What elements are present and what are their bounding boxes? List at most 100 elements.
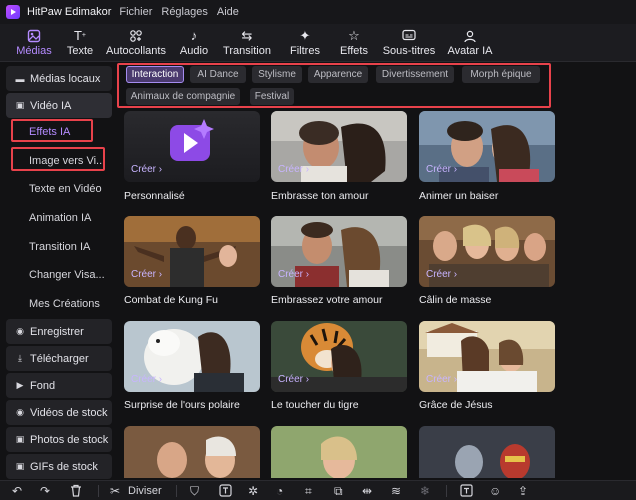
card-embrassez-votre-amour[interactable]: Créer › Embrassez votre amour (265, 216, 407, 316)
card-animer-un-baiser[interactable]: Créer › Animer un baiser (413, 111, 555, 211)
crop-icon[interactable]: ⌗ (305, 484, 312, 498)
card-thumbnail (419, 426, 555, 478)
sidebar-item-animation-ia[interactable]: Animation IA (6, 206, 112, 230)
tab-label: Effets (340, 45, 368, 57)
speed-icon[interactable]: ✲ (248, 484, 258, 498)
tab-audio[interactable]: ♪ Audio (172, 24, 216, 62)
sidebar: ▬ Médias locaux ▣ Vidéo IA Effets IA Ima… (6, 64, 112, 479)
sidebar-item-enregistrer[interactable]: ◉ Enregistrer (6, 319, 112, 344)
tab-texte[interactable]: T + Texte (60, 24, 100, 62)
sidebar-item-mes-creations[interactable]: Mes Créations (6, 292, 112, 316)
freeze-icon[interactable]: ❄ (420, 484, 430, 498)
sidebar-item-label: Médias locaux (30, 72, 101, 85)
card-surprise-ours-polaire[interactable]: Créer › Surprise de l'ours polaire (118, 321, 260, 421)
card-label: Animer un baiser (419, 190, 499, 202)
create-link[interactable]: Créer › (131, 269, 162, 280)
effects-icon: ☆ (348, 28, 360, 43)
text-overlay-icon[interactable] (460, 484, 473, 500)
filter-chip-ai-dance[interactable]: AI Dance (190, 66, 246, 83)
sidebar-item-videos-de-stock[interactable]: ◉ Vidéos de stock (6, 400, 112, 425)
menu-fichier[interactable]: Fichier (119, 6, 152, 18)
card-personnalise[interactable]: Créer › Personnalisé (118, 111, 260, 211)
create-link[interactable]: Créer › (278, 164, 309, 175)
create-link[interactable]: Créer › (426, 164, 457, 175)
sidebar-item-texte-en-video[interactable]: Texte en Vidéo (6, 177, 112, 201)
card-label: Grâce de Jésus (419, 399, 493, 411)
card-toucher-du-tigre[interactable]: Créer › Le toucher du tigre (265, 321, 407, 421)
card-embrasse-ton-amour[interactable]: Créer › Embrasse ton amour (265, 111, 407, 211)
card-label: Combat de Kung Fu (124, 294, 218, 306)
redo-icon[interactable]: ↷ (40, 484, 50, 498)
card-label: Câlin de masse (419, 294, 492, 306)
card-row4-2[interactable] (265, 426, 407, 478)
tab-filtres[interactable]: ✦ Filtres (278, 24, 332, 62)
scissors-icon[interactable]: ✂ (110, 484, 120, 498)
avatar-icon (463, 28, 477, 43)
card-thumbnail: Créer › (419, 216, 555, 287)
tab-medias[interactable]: Médias (8, 24, 60, 62)
sidebar-item-medias-locaux[interactable]: ▬ Médias locaux (6, 66, 112, 91)
transition-icon: ⇆ (241, 28, 253, 43)
gauge-icon[interactable]: ◔ (276, 484, 283, 498)
card-combat-kung-fu[interactable]: Créer › Combat de Kung Fu (118, 216, 260, 316)
filter-chip-morph-epique[interactable]: Morph épique (462, 66, 540, 83)
export-icon[interactable]: ⇪ (518, 484, 528, 498)
sidebar-item-gifs-de-stock[interactable]: ▣ GIFs de stock (6, 454, 112, 479)
resize-icon[interactable]: ⧉ (334, 484, 343, 498)
filter-chip-festival[interactable]: Festival (250, 88, 294, 105)
sidebar-item-effets-ia[interactable]: Effets IA (6, 120, 112, 144)
tab-sous-titres[interactable]: Sous-titres (376, 24, 442, 62)
text-box-icon[interactable] (219, 484, 232, 500)
sidebar-item-transition-ia[interactable]: Transition IA (6, 235, 112, 259)
sidebar-item-image-vers-video[interactable]: Image vers Vi... (6, 149, 112, 173)
delete-icon[interactable] (70, 484, 82, 500)
filter-chip-apparence[interactable]: Apparence (308, 66, 368, 83)
sidebar-item-label: Vidéos de stock (30, 406, 108, 419)
create-link[interactable]: Créer › (278, 269, 309, 280)
undo-icon[interactable]: ↶ (12, 484, 22, 498)
sidebar-item-label: Animation IA (29, 212, 92, 224)
card-row4-3[interactable] (413, 426, 555, 478)
card-calin-de-masse[interactable]: Créer › Câlin de masse (413, 216, 555, 316)
sidebar-item-changer-visage[interactable]: Changer Visa... (6, 263, 112, 287)
bottom-toolbar: ↶ ↷ ✂ Diviser ⛉ ✲ ◔ ⌗ ⧉ ⇹ ≋ ❄ ☺ ⇪ (0, 480, 636, 500)
subtitles-icon (402, 28, 416, 43)
card-thumbnail: Créer › (271, 111, 407, 182)
create-link[interactable]: Créer › (131, 164, 162, 175)
tab-label: Médias (16, 45, 52, 57)
sidebar-item-label: Enregistrer (30, 325, 84, 338)
sidebar-item-photos-de-stock[interactable]: ▣ Photos de stock (6, 427, 112, 452)
sidebar-item-label: Vidéo IA (30, 99, 72, 112)
tab-label: Audio (179, 45, 209, 57)
card-grace-de-jesus[interactable]: Créer › Grâce de Jésus (413, 321, 555, 421)
adjust-icon[interactable]: ≋ (391, 484, 401, 498)
menu-aide[interactable]: Aide (217, 6, 239, 18)
sidebar-item-video-ia[interactable]: ▣ Vidéo IA (6, 93, 112, 118)
tab-label: Sous-titres (382, 45, 436, 57)
filter-chip-interaction[interactable]: Interaction (126, 66, 184, 83)
shield-icon[interactable]: ⛉ (190, 484, 199, 498)
face-icon[interactable]: ☺ (489, 484, 501, 498)
tab-effets[interactable]: ☆ Effets (332, 24, 376, 62)
create-link[interactable]: Créer › (278, 374, 309, 385)
tab-autocollants[interactable]: Autocollants (100, 24, 172, 62)
text-icon: T + (73, 28, 87, 43)
split-button[interactable]: Diviser (128, 484, 162, 498)
card-row4-1[interactable] (118, 426, 260, 478)
tab-avatar-ia[interactable]: Avatar IA (442, 24, 498, 62)
sidebar-item-fond[interactable]: ▶ Fond (6, 373, 112, 398)
tab-transition[interactable]: ⇆ Transition (216, 24, 278, 62)
tab-label: Transition (223, 45, 271, 57)
filter-chip-animaux[interactable]: Animaux de compagnie (126, 88, 240, 105)
sidebar-item-label: Télécharger (30, 352, 89, 365)
sidebar-item-telecharger[interactable]: ⤓ Télécharger (6, 346, 112, 371)
menu-reglages[interactable]: Réglages (161, 6, 207, 18)
create-link[interactable]: Créer › (426, 374, 457, 385)
filter-chip-stylisme[interactable]: Stylisme (252, 66, 302, 83)
card-thumbnail: Créer › (419, 111, 555, 182)
create-link[interactable]: Créer › (426, 269, 457, 280)
mirror-icon[interactable]: ⇹ (362, 484, 372, 498)
tab-label: Avatar IA (447, 45, 493, 57)
filter-chip-divertissement[interactable]: Divertissement (376, 66, 454, 83)
create-link[interactable]: Créer › (131, 374, 162, 385)
